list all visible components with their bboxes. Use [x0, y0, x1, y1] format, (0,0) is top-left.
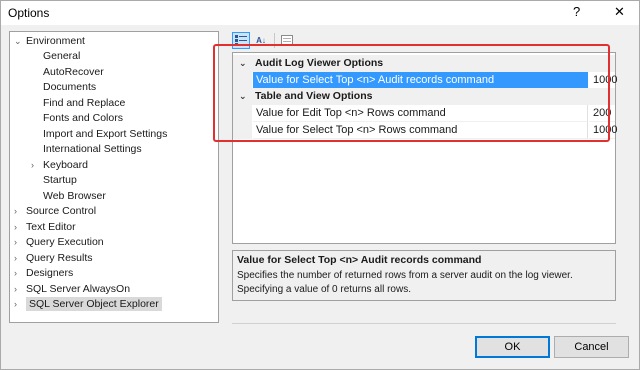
- tree-item-sql-server-object-explorer[interactable]: › SQL Server Object Explorer: [14, 296, 162, 312]
- tree-item-designers[interactable]: › Designers: [14, 265, 73, 281]
- options-tree[interactable]: ⌄ Environment General AutoRecover Documen…: [9, 31, 219, 323]
- description-panel: Value for Select Top <n> Audit records c…: [232, 250, 616, 301]
- description-body: Specifies the number of returned rows fr…: [237, 270, 573, 295]
- chevron-right-icon[interactable]: ›: [14, 265, 26, 281]
- title-bar: Options ? ✕: [1, 1, 639, 25]
- chevron-right-icon[interactable]: ›: [14, 281, 26, 297]
- ok-button[interactable]: OK: [475, 336, 550, 358]
- tree-item-query-results[interactable]: › Query Results: [14, 250, 93, 266]
- chevron-right-icon[interactable]: ›: [14, 250, 26, 266]
- tree-item-fonts-and-colors[interactable]: Fonts and Colors: [43, 110, 123, 126]
- tree-item-find-and-replace[interactable]: Find and Replace: [43, 95, 125, 111]
- close-button[interactable]: ✕: [614, 4, 625, 20]
- chevron-down-icon[interactable]: ⌄: [14, 33, 26, 49]
- tree-item-autorecover[interactable]: AutoRecover: [43, 64, 104, 80]
- tree-item-web-browser[interactable]: Web Browser: [43, 188, 106, 204]
- chevron-right-icon[interactable]: ›: [14, 203, 26, 219]
- tree-item-source-control[interactable]: › Source Control: [14, 203, 96, 219]
- tree-item-keyboard[interactable]: › Keyboard: [31, 157, 88, 173]
- divider: [232, 323, 616, 324]
- window-title: Options: [8, 6, 50, 20]
- tree-item-startup[interactable]: Startup: [43, 172, 77, 188]
- tree-item-query-execution[interactable]: › Query Execution: [14, 234, 104, 250]
- chevron-right-icon[interactable]: ›: [14, 219, 26, 235]
- chevron-right-icon[interactable]: ›: [31, 157, 43, 173]
- cancel-button[interactable]: Cancel: [554, 336, 629, 358]
- tree-item-text-editor[interactable]: › Text Editor: [14, 219, 76, 235]
- tree-item-international[interactable]: International Settings: [43, 141, 142, 157]
- tree-item-sql-server-alwayson[interactable]: › SQL Server AlwaysOn: [14, 281, 130, 297]
- chevron-right-icon[interactable]: ›: [14, 234, 26, 250]
- tree-item-documents[interactable]: Documents: [43, 79, 96, 95]
- chevron-right-icon[interactable]: ›: [14, 296, 26, 312]
- description-title: Value for Select Top <n> Audit records c…: [237, 254, 482, 266]
- tree-item-import-export[interactable]: Import and Export Settings: [43, 126, 167, 142]
- tree-item-environment[interactable]: ⌄ Environment: [14, 33, 85, 49]
- help-button[interactable]: ?: [573, 4, 580, 19]
- tree-item-general[interactable]: General: [43, 48, 80, 64]
- highlight-annotation-box: [213, 44, 610, 142]
- options-dialog: Options ? ✕ ⌄ Environment General AutoRec…: [0, 0, 640, 370]
